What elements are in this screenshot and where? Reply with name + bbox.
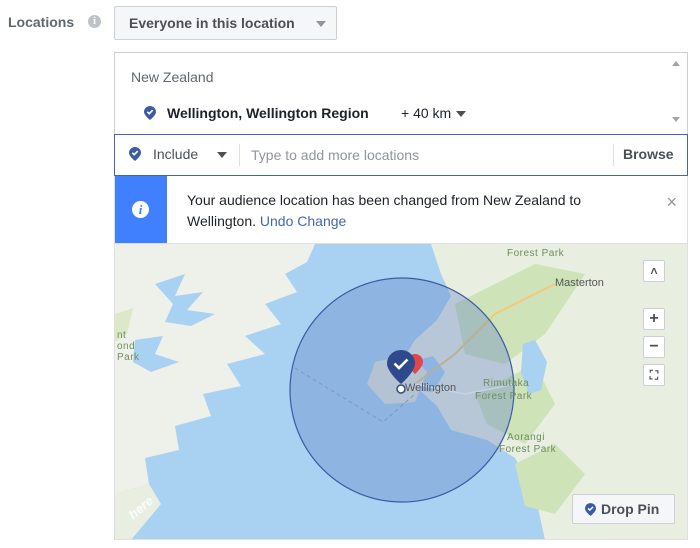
- location-pin-icon: [129, 147, 141, 161]
- country-label: New Zealand: [131, 69, 214, 85]
- map-place-label: ond: [117, 341, 136, 352]
- info-icon: i: [132, 201, 149, 218]
- audience-type-label: Everyone in this location: [129, 15, 295, 31]
- chevron-down-icon: [456, 111, 467, 118]
- undo-change-link[interactable]: Undo Change: [260, 213, 346, 229]
- close-icon[interactable]: ×: [666, 192, 677, 213]
- map-place-label: Forest Park: [475, 391, 533, 402]
- location-pin-icon: [585, 503, 596, 516]
- audience-type-dropdown[interactable]: Everyone in this location: [114, 6, 337, 40]
- notice-text: Your audience location has been changed …: [187, 192, 582, 229]
- info-icon[interactable]: i: [88, 15, 101, 28]
- location-map[interactable]: Forest Park Masterton Wellington Rimutak…: [114, 244, 688, 540]
- divider: [613, 144, 614, 166]
- map-place-label: Park: [117, 352, 140, 363]
- list-scrollbar[interactable]: [667, 53, 687, 135]
- map-place-label: Forest Park: [507, 248, 565, 259]
- chevron-down-icon: [217, 152, 227, 158]
- browse-button[interactable]: Browse: [623, 146, 674, 162]
- scroll-down-arrow-icon[interactable]: [672, 117, 680, 122]
- include-label: Include: [153, 146, 199, 162]
- zoom-out-button[interactable]: −: [643, 336, 665, 358]
- map-place-label: Masterton: [555, 277, 604, 289]
- map-place-label: nt: [117, 330, 127, 341]
- drop-pin-label: Drop Pin: [601, 501, 660, 517]
- map-place-label: Forest Park: [499, 444, 557, 455]
- location-pin-icon[interactable]: [387, 350, 415, 394]
- locations-row: Locations i Everyone in this location: [0, 0, 700, 48]
- location-changed-notice: i Your audience location has been change…: [114, 176, 688, 244]
- selected-locations-list: New Zealand Wellington, Wellington Regio…: [114, 52, 688, 135]
- locations-label: Locations: [8, 14, 75, 30]
- fit-to-bounds-button[interactable]: ⛶: [643, 364, 665, 386]
- notice-message: Your audience location has been changed …: [187, 190, 647, 232]
- chevron-down-icon: [316, 21, 326, 27]
- map-collapse-button[interactable]: ˄: [643, 260, 665, 282]
- zoom-in-button[interactable]: +: [643, 308, 665, 330]
- selected-city-name: Wellington, Wellington Region: [167, 105, 369, 121]
- location-search-bar: Include Browse: [114, 134, 688, 176]
- radius-dropdown[interactable]: + 40 km: [401, 105, 467, 121]
- location-pin-icon: [144, 106, 156, 120]
- location-search-input[interactable]: [251, 143, 601, 167]
- map-place-label: Rimutaka: [483, 378, 530, 389]
- radius-value: + 40 km: [401, 105, 452, 121]
- drop-pin-button[interactable]: Drop Pin: [572, 494, 675, 524]
- map-place-label: Aorangi: [507, 432, 545, 443]
- divider: [239, 144, 240, 166]
- scroll-up-arrow-icon[interactable]: [672, 61, 680, 66]
- notice-accent-bar: i: [115, 176, 167, 243]
